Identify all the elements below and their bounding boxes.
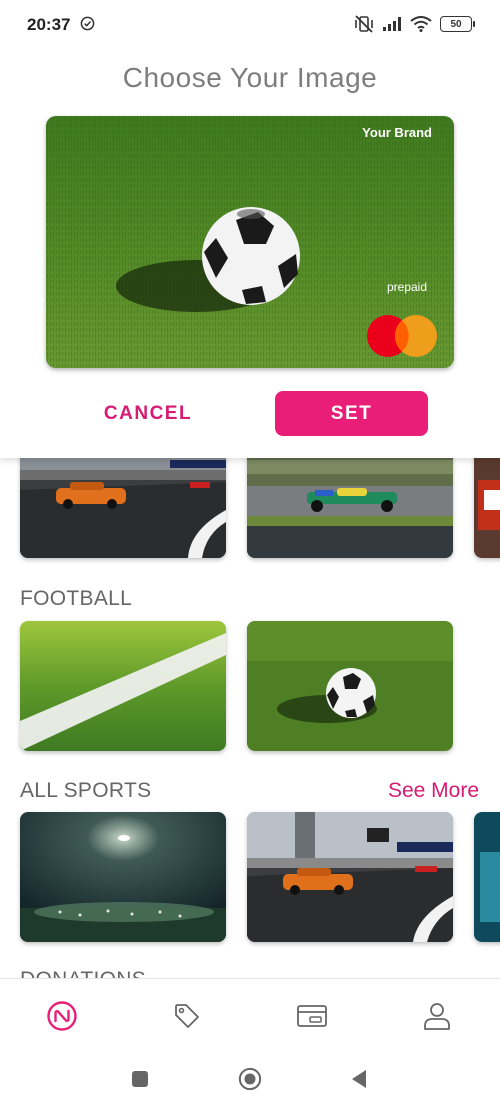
image-thumb-partial-2[interactable] (474, 812, 500, 942)
vibrate-off-icon (355, 15, 373, 33)
image-thumb-race-car[interactable] (247, 812, 453, 942)
card-brand-label: Your Brand (362, 125, 432, 140)
bottom-navigation (0, 978, 500, 1043)
choose-image-modal: 20:37 50 Choose Your Image Your Brand pr… (0, 0, 500, 458)
battery-indicator: 50 (440, 16, 475, 32)
home-button[interactable] (238, 1067, 262, 1091)
check-circle-icon (80, 16, 95, 31)
signal-icon (383, 17, 401, 31)
nav-profile[interactable] (420, 999, 454, 1033)
modal-title: Choose Your Image (122, 62, 378, 93)
section-title-football: FOOTBALL (20, 587, 133, 610)
recent-apps-button[interactable] (128, 1067, 152, 1091)
back-button[interactable] (346, 1067, 370, 1091)
user-icon (424, 1003, 450, 1030)
status-time: 20:37 (27, 15, 71, 34)
mastercard-logo-icon (367, 315, 437, 357)
status-bar: 20:37 50 (0, 0, 500, 48)
image-thumb-pitch-line[interactable] (20, 621, 226, 751)
square-icon (132, 1071, 148, 1087)
brand-logo-icon (47, 1001, 77, 1031)
section-title-all-sports: ALL SPORTS (20, 779, 152, 802)
nav-offers[interactable] (170, 999, 204, 1033)
see-more-link[interactable]: See More (388, 779, 479, 803)
card-preview: Your Brand prepaid (46, 116, 454, 368)
home-circle-icon (238, 1067, 262, 1091)
card-prepaid-label: prepaid (386, 280, 427, 294)
status-icons: 50 (354, 13, 475, 35)
back-triangle-icon (352, 1070, 366, 1088)
set-button[interactable]: SET (275, 391, 428, 436)
image-thumb-night-pitch[interactable] (20, 812, 226, 942)
tag-icon (175, 1004, 199, 1028)
card-icon (297, 1005, 327, 1027)
image-thumb-football-ball[interactable] (247, 621, 453, 751)
cancel-button[interactable]: CANCEL (88, 392, 208, 436)
section-title-donations: DONATIONS (20, 968, 146, 978)
nav-home[interactable] (45, 999, 79, 1033)
system-navigation-bar (0, 1043, 500, 1111)
nav-cards[interactable] (295, 999, 329, 1033)
wifi-icon (410, 16, 432, 32)
